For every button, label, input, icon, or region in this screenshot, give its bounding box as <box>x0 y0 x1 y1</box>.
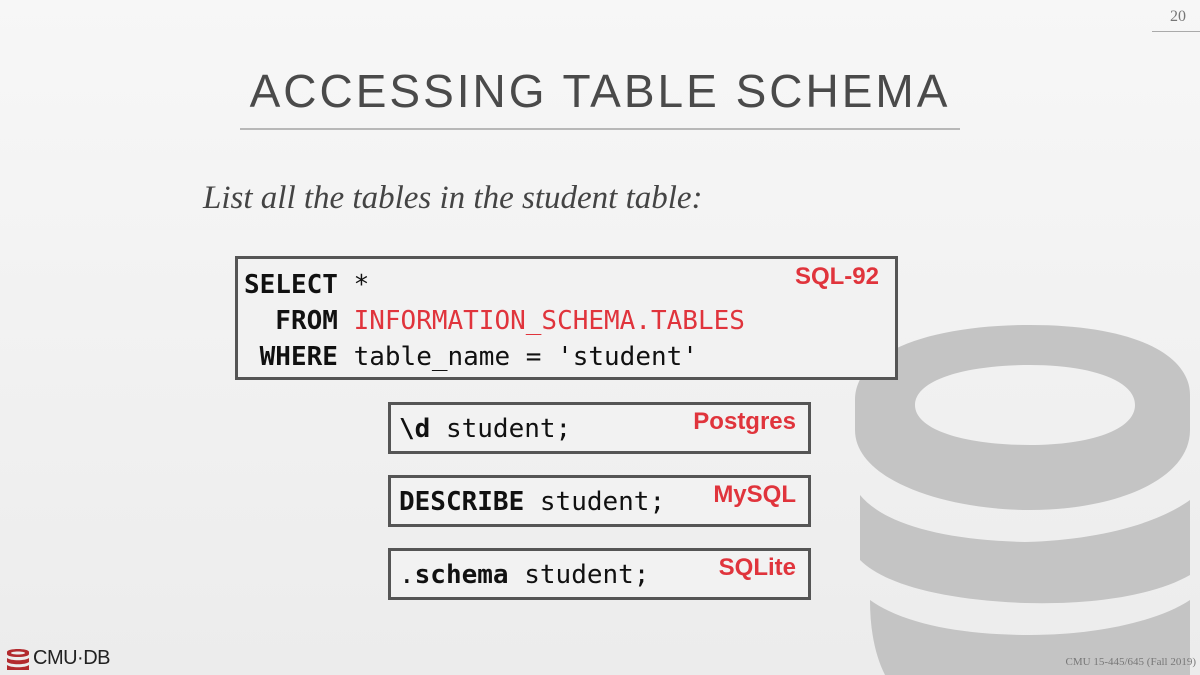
sqlite-args: student; <box>508 560 650 590</box>
database-cylinder-icon <box>855 325 1190 675</box>
sql-line-where: WHERE table_name = 'student' <box>244 339 895 375</box>
footer-logo-text: CMU·DB <box>33 646 111 669</box>
sqlite-command-prefix: . <box>399 560 415 590</box>
from-table: INFORMATION_SCHEMA.TABLES <box>337 306 745 336</box>
slide-subtitle: List all the tables in the student table… <box>203 180 703 216</box>
database-icon <box>7 649 29 670</box>
mysql-code-box: DESCRIBE student; MySQL <box>388 475 811 527</box>
postgres-code-box: \d student; Postgres <box>388 402 811 454</box>
mysql-command: DESCRIBE <box>399 487 525 517</box>
sql-line-from: FROM INFORMATION_SCHEMA.TABLES <box>244 303 895 339</box>
mysql-tag: MySQL <box>713 481 796 508</box>
course-label: CMU 15-445/645 (Fall 2019) <box>1065 656 1196 668</box>
sqlite-code-box: .schema student; SQLite <box>388 548 811 600</box>
page-number-rule <box>1152 31 1200 32</box>
page-number: 20 <box>1170 8 1186 25</box>
sqlite-command: schema <box>414 560 509 590</box>
title-underline <box>240 128 960 130</box>
postgres-args: student; <box>430 414 572 444</box>
slide-title: ACCESSING TABLE SCHEMA <box>249 65 951 117</box>
sql92-code-box: SQL-92 SELECT * FROM INFORMATION_SCHEMA.… <box>235 256 898 380</box>
from-keyword: FROM <box>244 306 338 336</box>
where-rest: table_name = 'student' <box>337 342 698 372</box>
where-keyword: WHERE <box>244 342 338 372</box>
select-rest: * <box>337 270 370 300</box>
sqlite-tag: SQLite <box>718 554 796 581</box>
postgres-command: \d <box>399 414 431 444</box>
postgres-tag: Postgres <box>693 408 796 435</box>
footer-logo: CMU·DB <box>6 646 111 670</box>
sql92-tag: SQL-92 <box>794 263 879 290</box>
select-keyword: SELECT <box>244 270 338 300</box>
mysql-args: student; <box>524 487 666 517</box>
